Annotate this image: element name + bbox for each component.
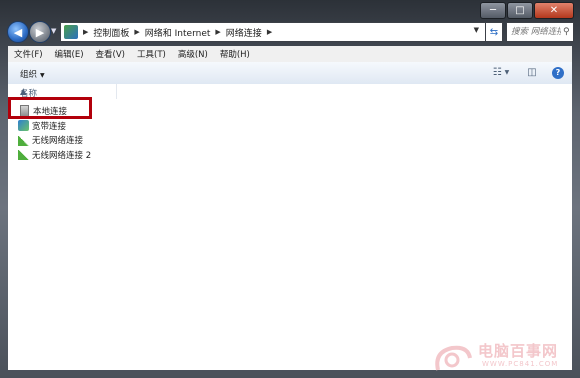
chevron-down-icon: ▼ [504, 69, 510, 76]
search-input[interactable] [507, 26, 563, 38]
search-box[interactable]: ⚲ [506, 22, 574, 42]
watermark-logo [435, 345, 472, 371]
highlight-box [8, 97, 92, 119]
view-list-icon: ☷ [492, 67, 502, 78]
list-item-label: 无线网络连接 2 [32, 150, 92, 161]
control-panel-icon [64, 25, 78, 39]
close-button[interactable]: ✕ [534, 2, 574, 19]
command-bar: 组织 ▼ ☷ ▼ ◫ ? [8, 62, 572, 85]
preview-pane-button[interactable]: ◫ [525, 66, 539, 79]
breadcrumb-chevron-icon[interactable]: ▶ [215, 28, 220, 36]
file-list-pane: 名称 ▲ 本地连接 宽带连接 无线网络连接 无线网络连接 2 [8, 84, 572, 370]
wireless-signal-icon [18, 149, 29, 161]
breadcrumb-network-internet[interactable]: 网络和 Internet [145, 26, 211, 39]
refresh-button[interactable]: ⇆ [485, 22, 503, 42]
preview-pane-icon: ◫ [527, 67, 537, 78]
wireless-signal-icon [18, 135, 29, 146]
navigation-row: ◀ ▶ ▼ ▶ 控制面板 ▶ 网络和 Internet ▶ 网络连接 ▶ ▼ ⇆… [4, 20, 576, 45]
address-dropdown-icon[interactable]: ▼ [474, 26, 479, 34]
change-view-button[interactable]: ☷ ▼ [489, 66, 513, 79]
list-item-wireless-connection-2[interactable]: 无线网络连接 2 [18, 148, 91, 163]
menu-view[interactable]: 查看(V) [90, 48, 131, 60]
chevron-down-icon: ▼ [40, 72, 45, 79]
forward-button[interactable]: ▶ [29, 21, 51, 43]
menu-advanced[interactable]: 高级(N) [172, 48, 214, 60]
menu-edit[interactable]: 编辑(E) [49, 48, 90, 60]
recent-pages-dropdown-icon[interactable]: ▼ [51, 27, 56, 35]
help-icon: ? [552, 66, 564, 79]
watermark: 电脑百事网 WWW.PC841.COM [430, 340, 570, 374]
list-item-broadband-connection[interactable]: 宽带连接 [18, 119, 91, 134]
back-button[interactable]: ◀ [7, 21, 29, 43]
menu-file[interactable]: 文件(F) [8, 48, 49, 60]
address-bar[interactable]: ▶ 控制面板 ▶ 网络和 Internet ▶ 网络连接 ▶ ▼ [60, 22, 486, 42]
explorer-window: ─ □ ✕ ◀ ▶ ▼ ▶ 控制面板 ▶ 网络和 Internet ▶ 网络连接… [0, 0, 580, 378]
maximize-button[interactable]: □ [507, 2, 533, 19]
sort-ascending-icon: ▲ [20, 87, 27, 97]
caption-buttons: ─ □ ✕ [480, 2, 574, 19]
breadcrumb-chevron-icon[interactable]: ▶ [83, 28, 88, 36]
watermark-subtitle: WWW.PC841.COM [482, 360, 559, 368]
list-item-label: 宽带连接 [32, 121, 67, 132]
menu-bar: 文件(F) 编辑(E) 查看(V) 工具(T) 高级(N) 帮助(H) [8, 46, 572, 63]
menu-tools[interactable]: 工具(T) [131, 48, 172, 60]
watermark-title: 电脑百事网 [478, 342, 559, 360]
organize-button[interactable]: 组织 ▼ [20, 68, 45, 80]
broadband-icon [18, 120, 29, 132]
breadcrumb-chevron-icon[interactable]: ▶ [134, 28, 139, 36]
refresh-icon: ⇆ [489, 26, 499, 38]
breadcrumb-control-panel[interactable]: 控制面板 [93, 26, 129, 39]
search-icon[interactable]: ⚲ [563, 27, 570, 37]
minimize-button[interactable]: ─ [480, 2, 506, 19]
breadcrumb-network-connections[interactable]: 网络连接 [226, 26, 262, 39]
help-button[interactable]: ? [551, 66, 565, 79]
list-item-wireless-connection[interactable]: 无线网络连接 [18, 133, 91, 148]
organize-label: 组织 [20, 70, 38, 80]
menu-help[interactable]: 帮助(H) [214, 48, 256, 60]
list-item-label: 无线网络连接 [32, 136, 84, 147]
breadcrumb-chevron-icon[interactable]: ▶ [267, 28, 272, 36]
